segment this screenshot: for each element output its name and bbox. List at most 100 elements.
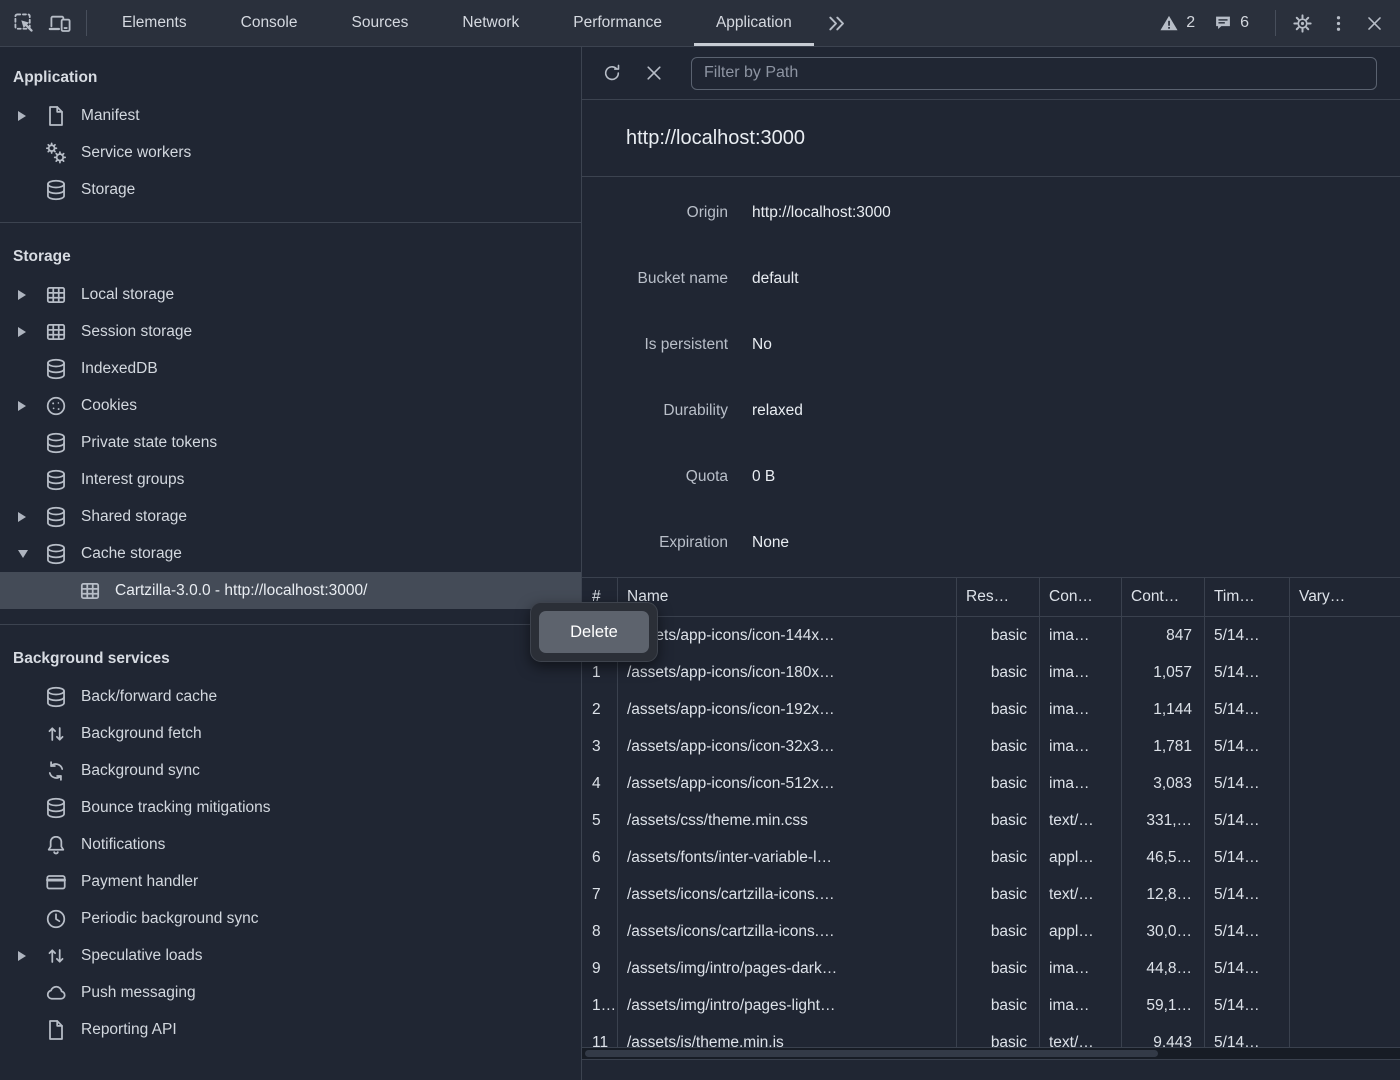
detail-value: http://localhost:3000 (752, 204, 891, 222)
detail-row-bucket-name: Bucket name default (582, 246, 1400, 312)
expander-expanded-icon[interactable] (18, 550, 44, 558)
sidebar-item-service-workers[interactable]: Service workers (0, 134, 581, 171)
column-header-response-type[interactable]: Res… (957, 578, 1040, 616)
sidebar-item-cache-cartzilla[interactable]: Cartzilla-3.0.0 - http://localhost:3000/ (0, 572, 581, 609)
warnings-badge[interactable]: 2 (1159, 13, 1195, 33)
detail-value: None (752, 534, 789, 552)
horizontal-scrollbar[interactable] (582, 1047, 1400, 1060)
sidebar-item-label: Reporting API (81, 1021, 177, 1039)
tab-network[interactable]: Network (435, 0, 546, 46)
sidebar-item-cache-storage[interactable]: Cache storage (0, 535, 581, 572)
table-row[interactable]: 4/assets/app-icons/icon-512x…basicima…3,… (582, 765, 1400, 802)
expander-collapsed-icon[interactable] (18, 512, 44, 522)
messages-badge[interactable]: 6 (1213, 13, 1249, 33)
table-row[interactable]: 7/assets/icons/cartzilla-icons.…basictex… (582, 876, 1400, 913)
devtools-window: Elements Console Sources Network Perform… (0, 0, 1400, 1080)
sidebar-item-label: Interest groups (81, 471, 184, 489)
tab-console[interactable]: Console (214, 0, 325, 46)
detail-label: Origin (582, 204, 728, 222)
double-chevron-icon (826, 13, 847, 34)
gear-icon (1291, 12, 1314, 35)
detail-row-expiration: Expiration None (582, 510, 1400, 576)
tab-sources[interactable]: Sources (325, 0, 436, 46)
warning-count: 2 (1186, 14, 1195, 32)
sidebar-item-reporting-api[interactable]: Reporting API (0, 1011, 581, 1048)
device-toolbar-button[interactable] (42, 5, 78, 41)
detail-value: default (752, 270, 799, 288)
sidebar-item-local-storage[interactable]: Local storage (0, 276, 581, 313)
sidebar-item-cookies[interactable]: Cookies (0, 387, 581, 424)
table-row[interactable]: 9/assets/img/intro/pages-dark…basicima…4… (582, 950, 1400, 987)
column-header-time-cached[interactable]: Tim… (1205, 578, 1290, 616)
sidebar-item-notifications[interactable]: Notifications (0, 826, 581, 863)
tab-performance[interactable]: Performance (546, 0, 689, 46)
section-title-background-services: Background services (0, 640, 581, 678)
table-row[interactable]: 3/assets/app-icons/icon-32x3…basicima…1,… (582, 728, 1400, 765)
tab-application[interactable]: Application (689, 0, 819, 46)
sidebar-item-shared-storage[interactable]: Shared storage (0, 498, 581, 535)
sidebar-item-storage[interactable]: Storage (0, 171, 581, 208)
tab-elements[interactable]: Elements (95, 0, 214, 46)
more-tabs-button[interactable] (819, 5, 855, 41)
sidebar-item-private-state-tokens[interactable]: Private state tokens (0, 424, 581, 461)
column-header-content-type[interactable]: Con… (1040, 578, 1122, 616)
column-header-name[interactable]: Name (618, 578, 957, 616)
table-row[interactable]: 8/assets/icons/cartzilla-icons.…basicapp… (582, 913, 1400, 950)
service-workers-icon (44, 141, 68, 165)
devtools-tab-bar: Elements Console Sources Network Perform… (0, 0, 1400, 47)
sidebar-item-label: Back/forward cache (81, 688, 217, 706)
close-icon (643, 62, 665, 84)
database-icon (44, 796, 68, 820)
inspect-element-button[interactable] (6, 5, 42, 41)
settings-button[interactable] (1284, 5, 1320, 41)
table-row[interactable]: 1…/assets/img/intro/pages-light…basicima… (582, 987, 1400, 1024)
expander-collapsed-icon[interactable] (18, 401, 44, 411)
expander-collapsed-icon[interactable] (18, 951, 44, 961)
more-options-button[interactable] (1320, 5, 1356, 41)
cache-storage-pane: http://localhost:3000 Origin http://loca… (582, 47, 1400, 1080)
context-menu-item-delete[interactable]: Delete (539, 611, 649, 653)
table-row[interactable]: 6/assets/fonts/inter-variable-l…basicapp… (582, 839, 1400, 876)
detail-label: Quota (582, 468, 728, 486)
detail-row-is-persistent: Is persistent No (582, 312, 1400, 378)
sidebar-item-bounce-tracking-mitigations[interactable]: Bounce tracking mitigations (0, 789, 581, 826)
sidebar-item-label: Local storage (81, 286, 174, 304)
close-devtools-button[interactable] (1356, 5, 1392, 41)
sidebar-divider (0, 624, 581, 625)
sidebar-item-back-forward-cache[interactable]: Back/forward cache (0, 678, 581, 715)
table-row[interactable]: 5/assets/css/theme.min.cssbasictext/…331… (582, 802, 1400, 839)
cache-toolbar (582, 47, 1400, 100)
filter-by-path-input[interactable] (691, 57, 1377, 90)
sidebar-item-payment-handler[interactable]: Payment handler (0, 863, 581, 900)
detail-label: Bucket name (582, 270, 728, 288)
sidebar-item-label: Speculative loads (81, 947, 203, 965)
sidebar-item-background-sync[interactable]: Background sync (0, 752, 581, 789)
sidebar-item-session-storage[interactable]: Session storage (0, 313, 581, 350)
sidebar-item-push-messaging[interactable]: Push messaging (0, 974, 581, 1011)
sidebar-item-label: Cache storage (81, 545, 182, 563)
column-header-content-length[interactable]: Cont… (1122, 578, 1205, 616)
sidebar-item-manifest[interactable]: Manifest (0, 97, 581, 134)
table-row[interactable]: 1/assets/app-icons/icon-180x…basicima…1,… (582, 654, 1400, 691)
expander-collapsed-icon[interactable] (18, 290, 44, 300)
refresh-button[interactable] (597, 58, 627, 88)
expander-collapsed-icon[interactable] (18, 111, 44, 121)
clear-filter-button[interactable] (639, 58, 669, 88)
detail-row-durability: Durability relaxed (582, 378, 1400, 444)
sidebar-item-label: Storage (81, 181, 135, 199)
scrollbar-thumb[interactable] (585, 1050, 1158, 1057)
sidebar-item-indexeddb[interactable]: IndexedDB (0, 350, 581, 387)
sidebar-item-periodic-background-sync[interactable]: Periodic background sync (0, 900, 581, 937)
column-header-vary[interactable]: Vary… (1290, 578, 1400, 616)
table-row[interactable]: 0/assets/app-icons/icon-144x…basicima…84… (582, 617, 1400, 654)
table-row[interactable]: 11/assets/js/theme.min.jsbasictext/…9,44… (582, 1024, 1400, 1047)
refresh-icon (601, 62, 623, 84)
sidebar-item-interest-groups[interactable]: Interest groups (0, 461, 581, 498)
sidebar-item-background-fetch[interactable]: Background fetch (0, 715, 581, 752)
credit-card-icon (44, 870, 68, 894)
sidebar-item-speculative-loads[interactable]: Speculative loads (0, 937, 581, 974)
up-down-arrows-icon (44, 722, 68, 746)
sidebar-item-label: Manifest (81, 107, 140, 125)
expander-collapsed-icon[interactable] (18, 327, 44, 337)
table-row[interactable]: 2/assets/app-icons/icon-192x…basicima…1,… (582, 691, 1400, 728)
